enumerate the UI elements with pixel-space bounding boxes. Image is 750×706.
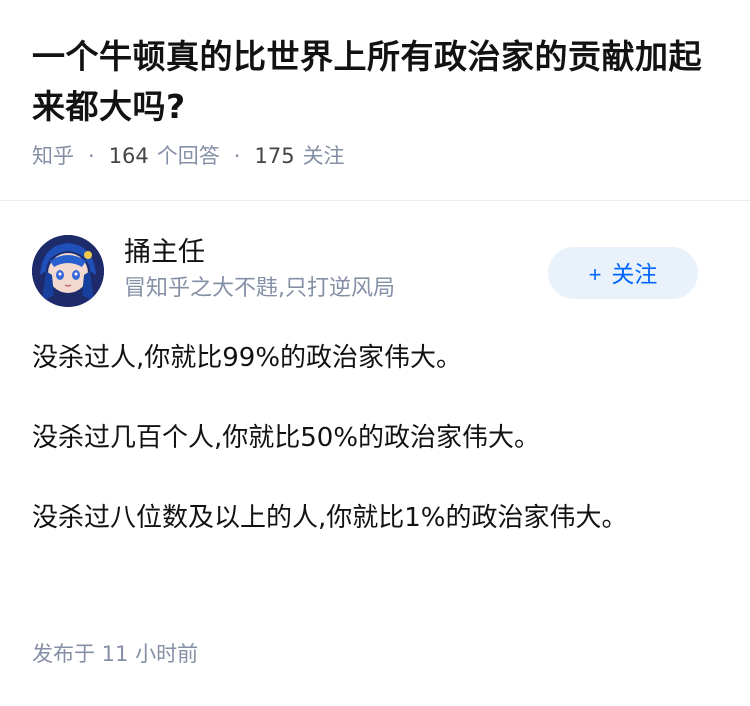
answer-card: 捅主任 冒知乎之大不韪,只打逆风局 + 关注 没杀过人,你就比99%的政治家伟大。… — [32, 235, 718, 577]
author-bio: 冒知乎之大不韪,只打逆风局 — [124, 276, 395, 301]
anime-avatar-icon[interactable] — [32, 235, 104, 307]
question-title[interactable]: 一个牛顿真的比世界上所有政治家的贡献加起来都大吗? — [32, 32, 718, 132]
follow-button-label: 关注 — [611, 261, 658, 287]
answer-paragraph: 没杀过八位数及以上的人,你就比1%的政治家伟大。 — [32, 503, 628, 533]
question-header: 一个牛顿真的比世界上所有政治家的贡献加起来都大吗? 知乎 · 164 个回答 ·… — [0, 0, 750, 172]
answer-paragraph: 没杀过几百个人,你就比50%的政治家伟大。 — [32, 423, 541, 453]
answer-count-label[interactable]: 个回答 — [157, 140, 220, 172]
question-meta: 知乎 · 164 个回答 · 175 关注 — [32, 140, 718, 172]
answer-count: 164 — [108, 144, 149, 168]
author-info: 捅主任 冒知乎之大不韪,只打逆风局 — [124, 235, 395, 305]
follow-button[interactable]: + 关注 — [548, 247, 698, 299]
section-divider — [0, 200, 750, 201]
follow-count-label[interactable]: 关注 — [303, 140, 345, 172]
published-time: 发布于 11 小时前 — [32, 642, 199, 666]
author-row: 捅主任 冒知乎之大不韪,只打逆风局 + 关注 — [32, 235, 718, 307]
author-name[interactable]: 捅主任 — [124, 235, 395, 271]
plus-icon: + — [588, 262, 602, 287]
answer-paragraph: 没杀过人,你就比99%的政治家伟大。 — [32, 343, 463, 373]
follow-count: 175 — [254, 144, 295, 168]
source-label[interactable]: 知乎 — [32, 140, 74, 172]
meta-separator: · — [88, 144, 95, 168]
meta-separator: · — [233, 144, 241, 168]
answer-content[interactable]: 没杀过人,你就比99%的政治家伟大。 没杀过几百个人,你就比50%的政治家伟大。… — [32, 337, 718, 539]
